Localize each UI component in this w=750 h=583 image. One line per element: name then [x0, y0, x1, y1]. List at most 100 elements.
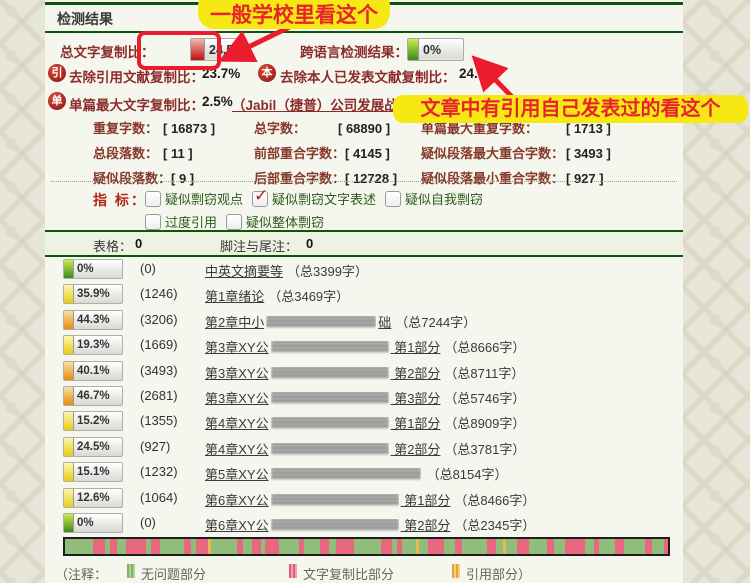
stat-label: 后部重合字数： — [254, 168, 345, 187]
stat-cell: 后部重合字数：[ 12728 ] — [254, 168, 397, 188]
indicator-item-label: 过度引用 — [165, 212, 217, 231]
checkbox[interactable]: ✓ — [252, 191, 268, 207]
section-link[interactable]: 第4章XY公 第2部分（总3781字） — [205, 439, 525, 458]
stat-label: 疑似段落最大重合字数： — [421, 143, 566, 162]
stat-value: [ 927 ] — [566, 171, 604, 186]
section-link[interactable]: 第6章XY公 第1部分（总8466字） — [205, 490, 535, 509]
section-link[interactable]: 第1章绪论（总3469字） — [205, 286, 349, 305]
ratio-badge: 12.6% — [63, 488, 123, 508]
overlap-segment — [529, 539, 547, 554]
stats-row: 总段落数：[ 11 ]前部重合字数：[ 4145 ]疑似段落最大重合字数：[ 3… — [45, 143, 683, 161]
ratio-value: 0% — [77, 263, 94, 275]
overlap-segment — [354, 539, 381, 554]
legend-green-label: 无问题部分 — [141, 564, 206, 583]
section-title-prefix: 第6章XY公 — [205, 518, 269, 533]
badge-fill — [64, 311, 74, 329]
section-title-suffix: 第2部分 — [401, 518, 451, 533]
stats-row: 疑似段落数：[ 9 ]后部重合字数：[ 12728 ]疑似段落最小重合字数：[ … — [45, 168, 683, 186]
copied-char-count: (1232) — [140, 464, 178, 479]
checkbox[interactable] — [145, 214, 161, 230]
checkbox[interactable] — [385, 191, 401, 207]
overlap-segment — [320, 539, 329, 554]
section-link[interactable]: 第3章XY公 第3部分（总5746字） — [205, 388, 525, 407]
overlap-segment — [645, 539, 652, 554]
redacted-scribble — [266, 316, 376, 328]
section-link[interactable]: 第3章XY公 第1部分（总8666字） — [205, 337, 525, 356]
overlap-segment — [252, 539, 261, 554]
exclude-self-label: 去除本人已发表文献复制比： — [280, 66, 456, 86]
indicator-item: 疑似自我剽窃 — [385, 189, 483, 208]
copied-char-count: (1246) — [140, 286, 178, 301]
stat-cell: 总段落数：[ 11 ] — [93, 143, 193, 163]
redacted-scribble — [271, 367, 389, 379]
badge-fill — [64, 362, 74, 380]
section-link[interactable]: 第2章中小础（总7244字） — [205, 312, 476, 331]
ratio-value: 40.1% — [77, 365, 110, 377]
copied-char-count: (1669) — [140, 337, 178, 352]
redacted-scribble — [271, 519, 399, 531]
stat-cell: 总字数：[ 68890 ] — [254, 118, 390, 138]
overlap-segment — [428, 539, 444, 554]
list-item: 0%(0)中英文摘要等（总3399字） — [45, 257, 683, 282]
footnote-count-label: 脚注与尾注： — [220, 236, 298, 255]
badge-fill — [408, 39, 419, 60]
redacted-scribble — [271, 468, 421, 480]
ratio-value: 12.6% — [77, 492, 110, 504]
copied-char-count: (1064) — [140, 490, 178, 505]
section-link[interactable]: 第5章XY公（总8154字） — [205, 464, 508, 483]
ratio-badge: 44.3% — [63, 310, 123, 330]
section-link[interactable]: 中英文摘要等（总3399字） — [205, 261, 368, 280]
ratio-badge: 19.3% — [63, 335, 123, 355]
indicator-item-label: 疑似剽窃观点 — [165, 189, 243, 208]
overlap-segment — [615, 539, 624, 554]
table-count-value: 0 — [135, 236, 142, 251]
overlap-segment — [65, 539, 93, 554]
overlap-segment — [585, 539, 594, 554]
overlap-segment — [506, 539, 517, 554]
badge-fill — [64, 260, 74, 278]
redacted-scribble — [271, 392, 389, 404]
single-max-value: 2.5% — [202, 94, 233, 109]
list-item: 24.5%(927)第4章XY公 第2部分（总3781字） — [45, 435, 683, 460]
legend-prefix: （注释： — [55, 564, 107, 583]
section-link[interactable]: 第6章XY公 第2部分（总2345字） — [205, 515, 535, 534]
copied-char-count: (1355) — [140, 413, 178, 428]
overlap-segment — [93, 539, 105, 554]
stat-cell: 疑似段落数：[ 9 ] — [93, 168, 194, 188]
legend-red-swatch — [289, 564, 297, 578]
checkbox[interactable] — [145, 191, 161, 207]
ratio-badge: 40.1% — [63, 361, 123, 381]
stat-label: 疑似段落数： — [93, 168, 171, 187]
redacted-text — [271, 519, 399, 532]
overlap-segment — [462, 539, 487, 554]
overlap-segment — [243, 539, 252, 554]
badge-fill — [64, 489, 74, 507]
self-circle-icon: 本 — [258, 64, 276, 82]
stat-value: [ 1713 ] — [566, 121, 611, 136]
copied-char-count: (3206) — [140, 312, 178, 327]
overlap-segment — [599, 539, 615, 554]
ratio-value: 15.1% — [77, 466, 110, 478]
checkbox[interactable] — [226, 214, 242, 230]
ratio-badge: 24.5% — [63, 437, 123, 457]
section-link[interactable]: 第4章XY公 第1部分（总8909字） — [205, 413, 525, 432]
section-title-prefix: 第5章XY公 — [205, 467, 269, 482]
redacted-text — [271, 392, 389, 405]
section-title-prefix: 第2章中小 — [205, 315, 264, 330]
ratio-value: 15.2% — [77, 415, 110, 427]
ratio-value: 46.7% — [77, 390, 110, 402]
ratio-value: 0% — [77, 517, 94, 529]
list-item: 15.2% (1355) 第4章XY公 第1部分（总8909字） — [45, 409, 683, 434]
badge-fill — [64, 336, 74, 354]
section-list: 0%(0)中英文摘要等（总3399字）35.9%(1246)第1章绪论（总346… — [45, 257, 683, 536]
callout-top: 一般学校里看这个 — [198, 0, 390, 29]
copied-char-count: (3493) — [140, 363, 178, 378]
badge-fill — [64, 285, 74, 303]
redacted-text — [271, 341, 389, 354]
stat-value: [ 12728 ] — [345, 171, 397, 186]
stat-label: 重复字数： — [93, 118, 163, 137]
ratio-value: 24.5% — [77, 441, 110, 453]
section-link[interactable]: 第3章XY公 第2部分（总8711字） — [205, 363, 524, 382]
section-title-prefix: 第4章XY公 — [205, 442, 269, 457]
overlap-segment — [652, 539, 664, 554]
